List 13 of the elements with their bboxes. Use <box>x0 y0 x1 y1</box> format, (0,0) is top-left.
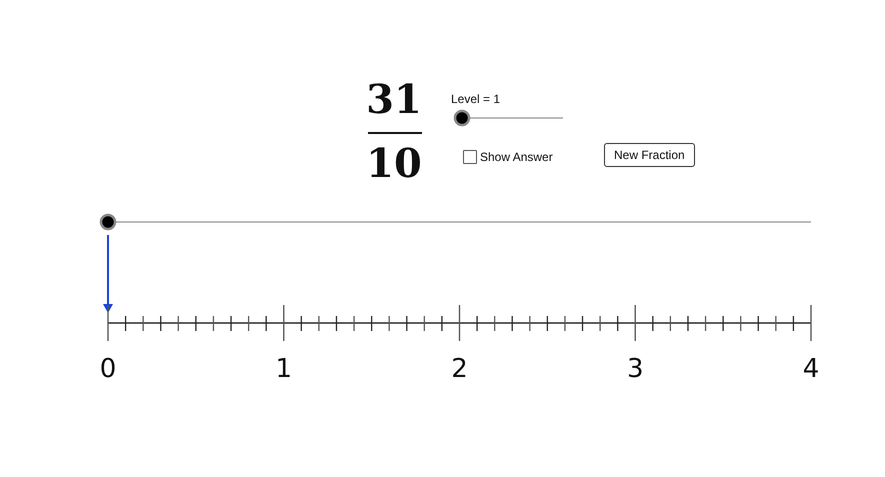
axis-label: 3 <box>626 354 644 384</box>
slider-thumb[interactable] <box>454 110 470 126</box>
slider-thumb[interactable] <box>100 214 116 230</box>
checkbox-label: Show Answer <box>480 149 553 166</box>
checkbox[interactable] <box>463 150 477 164</box>
fraction-denominator: 10 <box>365 144 423 184</box>
axis-label: 1 <box>275 354 292 384</box>
fraction-numerator: 31 <box>365 80 423 120</box>
new-fraction-button[interactable]: New Fraction <box>604 143 695 167</box>
axis-label: 2 <box>451 354 468 384</box>
slider-label: Level = 1 <box>451 91 500 108</box>
axis-label: 0 <box>100 354 116 384</box>
axis-label: 4 <box>802 354 820 384</box>
